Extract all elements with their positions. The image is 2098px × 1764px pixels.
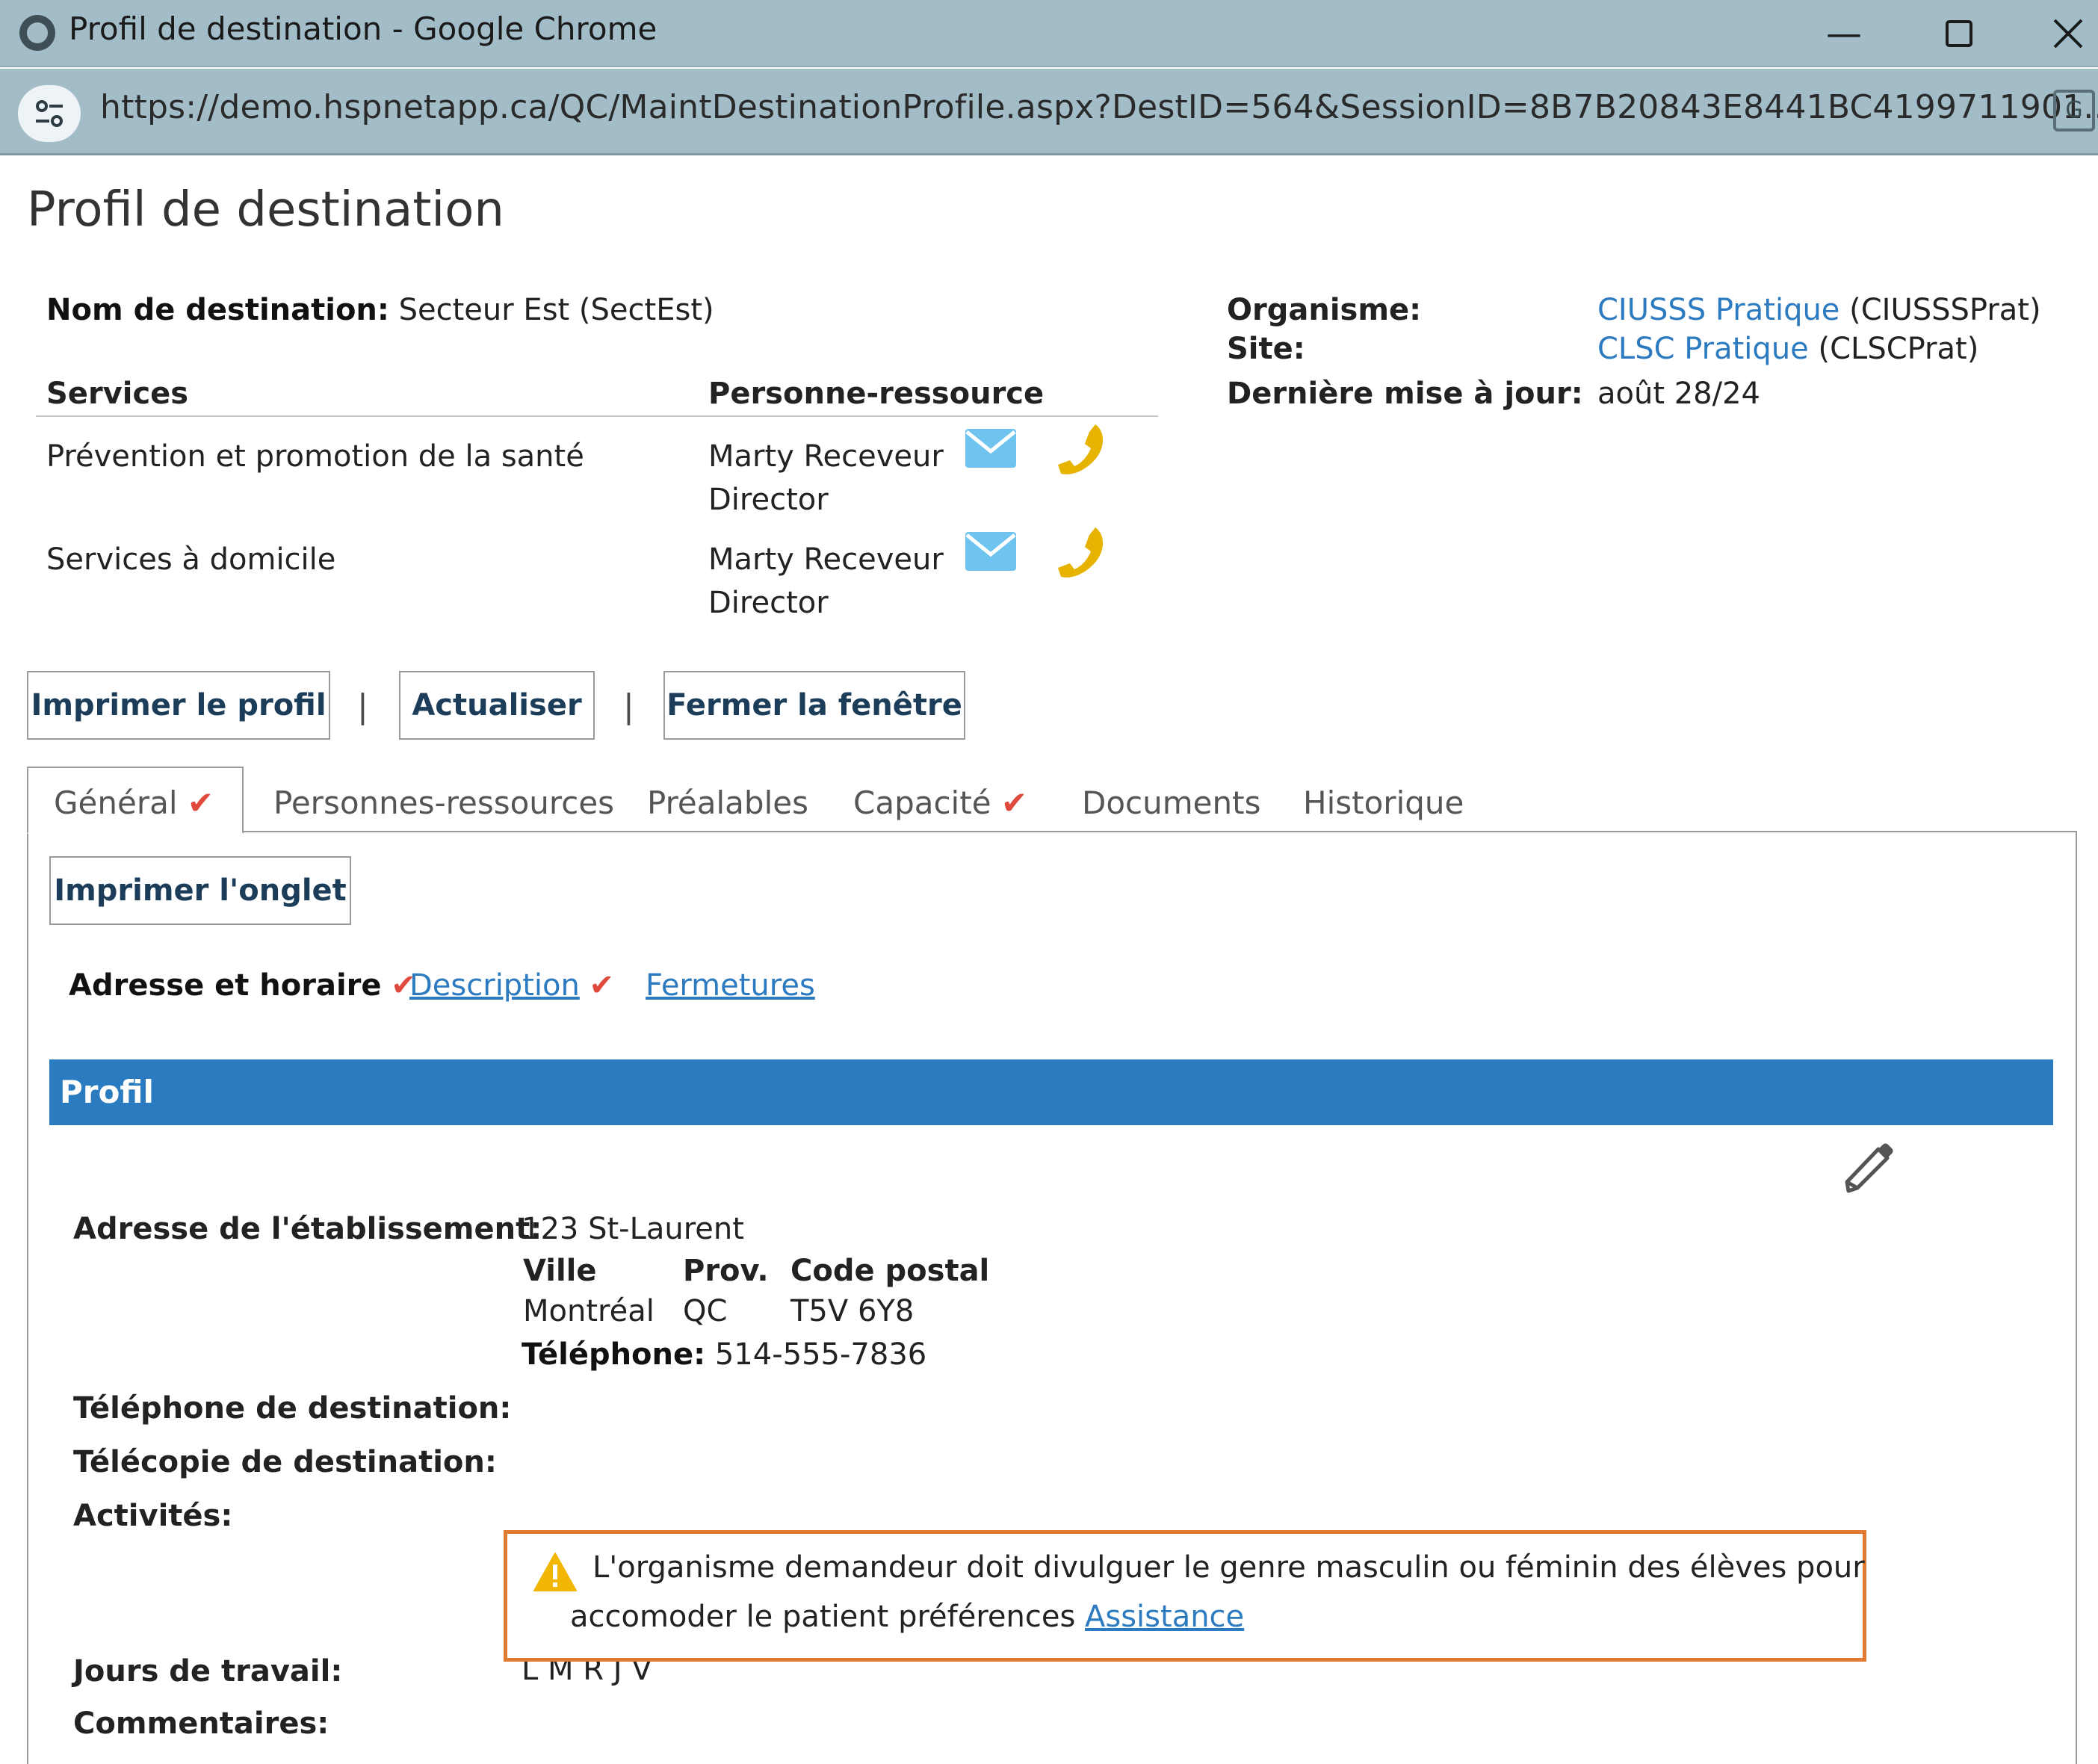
- contact-column-header: Personne-ressource: [708, 377, 1045, 411]
- organism-label: Organisme:: [1227, 293, 1422, 327]
- contact-name: Marty Receveur: [708, 542, 944, 577]
- tab-label: Capacité: [853, 784, 991, 821]
- organism-link[interactable]: CIUSSS Pratique: [1597, 293, 1839, 327]
- site-link[interactable]: CLSC Pratique: [1597, 332, 1809, 366]
- destination-name-label: Nom de destination:: [46, 293, 389, 327]
- separator: |: [357, 687, 368, 725]
- services-column-header: Services: [46, 377, 189, 411]
- minimize-button[interactable]: —: [1814, 7, 1874, 60]
- browser-titlebar: Profil de destination - Google Chrome —: [0, 0, 2098, 67]
- edit-pencil-icon[interactable]: [1839, 1139, 1896, 1195]
- check-icon: ✔: [187, 784, 214, 821]
- print-profile-button[interactable]: Imprimer le profil: [27, 671, 330, 740]
- destination-name-value: Secteur Est (SectEst): [398, 293, 714, 327]
- site-label: Site:: [1227, 332, 1305, 366]
- tab-contacts[interactable]: Personnes-ressources: [273, 784, 614, 821]
- phone-icon[interactable]: [1050, 523, 1110, 583]
- page-title: Profil de destination: [27, 182, 504, 238]
- email-icon[interactable]: [964, 530, 1018, 572]
- print-tab-button[interactable]: Imprimer l'onglet: [49, 856, 351, 925]
- table-divider: [36, 415, 1158, 417]
- postal-code-value: T5V 6Y8: [790, 1294, 915, 1328]
- province-label: Prov.: [683, 1254, 769, 1288]
- contact-role: Director: [708, 483, 829, 517]
- close-window-page-button[interactable]: Fermer la fenêtre: [663, 671, 965, 740]
- maximize-icon: [1946, 20, 1972, 47]
- destination-phone-label: Téléphone de destination:: [73, 1391, 512, 1426]
- section-header-profile: Profil: [49, 1059, 2053, 1125]
- address-value: 123 St-Laurent: [522, 1212, 744, 1246]
- destination-name-row: Nom de destination: Secteur Est (SectEst…: [46, 293, 714, 327]
- assistance-link[interactable]: Assistance: [1085, 1600, 1244, 1634]
- subtab-label: Adresse et horaire: [69, 968, 382, 1003]
- phone-label: Téléphone:: [522, 1337, 706, 1372]
- warning-text-line2: accomoder le patient préférences Assista…: [570, 1600, 1244, 1634]
- close-window-button[interactable]: [2038, 7, 2098, 60]
- window-title: Profil de destination - Google Chrome: [69, 10, 657, 47]
- tab-general[interactable]: Général ✔: [54, 784, 214, 821]
- city-value: Montréal: [523, 1294, 655, 1328]
- contact-role: Director: [708, 586, 829, 620]
- tab-history[interactable]: Historique: [1303, 784, 1464, 821]
- refresh-button[interactable]: Actualiser: [399, 671, 595, 740]
- site-settings-button[interactable]: [18, 85, 81, 142]
- address-bar: https://demo.hspnetapp.ca/QC/MaintDestin…: [0, 69, 2098, 155]
- globe-icon: [19, 15, 55, 51]
- subtab-closures[interactable]: Fermetures: [646, 968, 815, 1003]
- destination-fax-label: Télécopie de destination:: [73, 1445, 497, 1479]
- translate-icon[interactable]: G: [2053, 90, 2095, 131]
- separator: |: [623, 687, 634, 725]
- url-field[interactable]: https://demo.hspnetapp.ca/QC/MaintDestin…: [100, 88, 2098, 126]
- phone-icon[interactable]: [1050, 420, 1110, 480]
- warning-icon: [533, 1553, 577, 1591]
- maximize-button[interactable]: [1929, 7, 1989, 60]
- service-name: Prévention et promotion de la santé: [46, 439, 584, 474]
- city-label: Ville: [523, 1254, 597, 1288]
- service-name: Services à domicile: [46, 542, 336, 577]
- tab-label: Général: [54, 784, 178, 821]
- organism-code: (CIUSSSPrat): [1849, 293, 2041, 327]
- subtab-description[interactable]: Description ✔: [409, 968, 614, 1003]
- subtab-address-schedule[interactable]: Adresse et horaire ✔: [69, 968, 416, 1003]
- tab-prerequisites[interactable]: Préalables: [647, 784, 808, 821]
- province-value: QC: [683, 1294, 728, 1328]
- check-icon: ✔: [589, 968, 615, 1003]
- organism-value: CIUSSS Pratique (CIUSSSPrat): [1597, 293, 2041, 327]
- subtab-label: Description: [409, 968, 580, 1003]
- work-days-label: Jours de travail:: [73, 1654, 343, 1689]
- email-icon[interactable]: [964, 427, 1018, 469]
- phone-value: 514-555-7836: [714, 1337, 927, 1372]
- warning-callout: L'organisme demandeur doit divulguer le …: [504, 1530, 1866, 1662]
- tune-icon: [36, 100, 63, 127]
- contact-name: Marty Receveur: [708, 439, 944, 474]
- activities-label: Activités:: [73, 1499, 233, 1533]
- postal-code-label: Code postal: [790, 1254, 990, 1288]
- site-code: (CLSCPrat): [1818, 332, 1979, 366]
- last-update-label: Dernière mise à jour:: [1227, 377, 1583, 411]
- warning-text-line1: L'organisme demandeur doit divulguer le …: [592, 1550, 1865, 1585]
- establishment-phone-row: Téléphone: 514-555-7836: [522, 1337, 926, 1372]
- check-icon: ✔: [1000, 784, 1028, 821]
- last-update-value: août 28/24: [1597, 377, 1761, 411]
- address-label: Adresse de l'établissement:: [73, 1212, 542, 1246]
- site-value: CLSC Pratique (CLSCPrat): [1597, 332, 1978, 366]
- comments-label: Commentaires:: [73, 1706, 329, 1741]
- tab-documents[interactable]: Documents: [1082, 784, 1260, 821]
- close-icon: [2053, 19, 2083, 49]
- warning-text: accomoder le patient préférences: [570, 1600, 1076, 1634]
- tab-capacity[interactable]: Capacité ✔: [853, 784, 1027, 821]
